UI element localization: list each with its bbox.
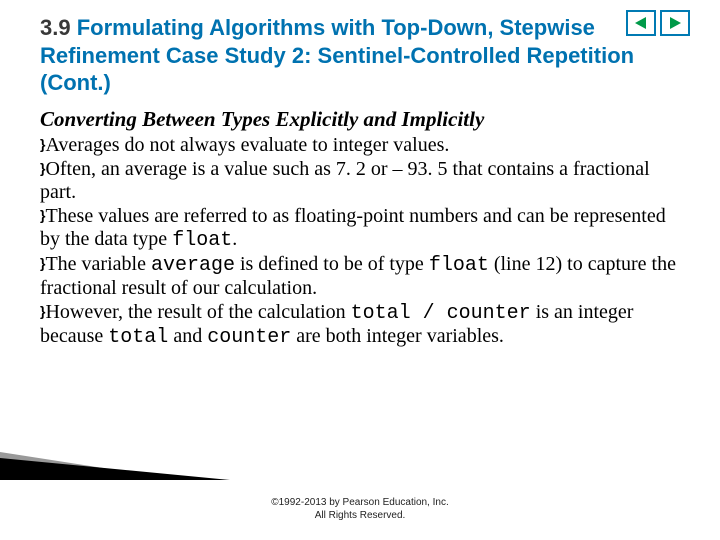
sub-heading: Converting Between Types Explicitly and …: [40, 107, 680, 132]
body-text: }Averages do not always evaluate to inte…: [40, 134, 680, 349]
code-float: float: [429, 254, 489, 277]
code-total: total: [108, 326, 168, 349]
code-counter: counter: [207, 326, 291, 349]
bullet-1: }Averages do not always evaluate to inte…: [40, 134, 680, 157]
copyright-line-1: ©1992-2013 by Pearson Education, Inc.: [0, 496, 720, 509]
copyright-line-2: All Rights Reserved.: [0, 509, 720, 522]
code-average: average: [151, 254, 235, 277]
section-title: Formulating Algorithms with Top-Down, St…: [40, 15, 634, 95]
decorative-wedge: [0, 450, 250, 480]
section-number: 3.9: [40, 15, 71, 40]
bullet-5: }However, the result of the calculation …: [40, 301, 680, 349]
triangle-right-icon: [668, 16, 682, 30]
triangle-left-icon: [634, 16, 648, 30]
bullet-3: }These values are referred to as floatin…: [40, 205, 680, 252]
nav-buttons: [626, 10, 690, 36]
bullet-2: }Often, an average is a value such as 7.…: [40, 158, 680, 204]
section-heading: 3.9 Formulating Algorithms with Top-Down…: [0, 0, 720, 97]
code-expr: total / counter: [351, 302, 531, 325]
code-float: float: [172, 229, 232, 252]
copyright: ©1992-2013 by Pearson Education, Inc. Al…: [0, 496, 720, 522]
prev-button[interactable]: [626, 10, 656, 36]
next-button[interactable]: [660, 10, 690, 36]
bullet-4: }The variable average is defined to be o…: [40, 253, 680, 300]
